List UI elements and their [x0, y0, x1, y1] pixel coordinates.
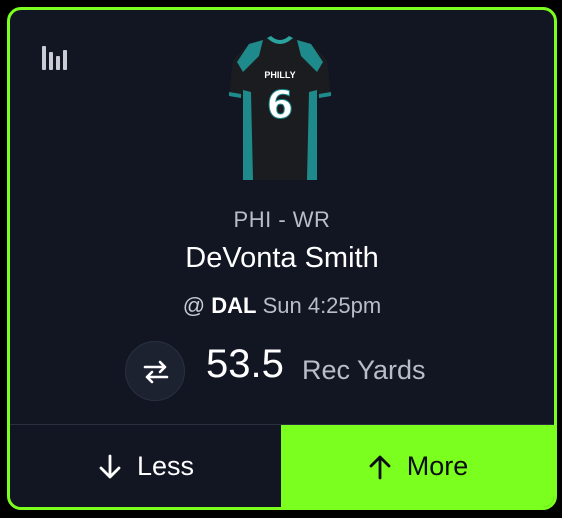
at-symbol: @	[182, 293, 206, 318]
player-name: DeVonta Smith	[185, 242, 379, 274]
pick-buttons: Less More	[10, 424, 554, 507]
less-label: Less	[136, 451, 195, 481]
projection-line: 53.5	[206, 342, 284, 386]
more-button[interactable]: More	[281, 425, 554, 507]
jersey-number: 6	[267, 83, 293, 127]
swap-arrows-icon	[143, 360, 169, 384]
arrow-down-icon	[99, 454, 121, 478]
jersey-icon: PHILLY 6	[219, 32, 341, 184]
bar-chart-icon[interactable]	[40, 44, 72, 72]
opponent-team: DAL	[211, 293, 257, 318]
stat-type: Rec Yards	[302, 355, 426, 385]
game-time: Sun 4:25pm	[262, 293, 382, 318]
arrow-up-icon	[369, 455, 391, 479]
matchup-info: @ DAL Sun 4:25pm	[10, 293, 554, 319]
team-position: PHI - WR	[233, 207, 331, 232]
player-prop-card: PHILLY 6 PHI - WR DeVonta Smith @ DAL Su…	[7, 7, 557, 510]
less-button[interactable]: Less	[10, 425, 281, 507]
jersey-team-text: PHILLY	[264, 70, 295, 80]
more-label: More	[406, 451, 469, 481]
swap-stat-button[interactable]	[125, 341, 185, 401]
